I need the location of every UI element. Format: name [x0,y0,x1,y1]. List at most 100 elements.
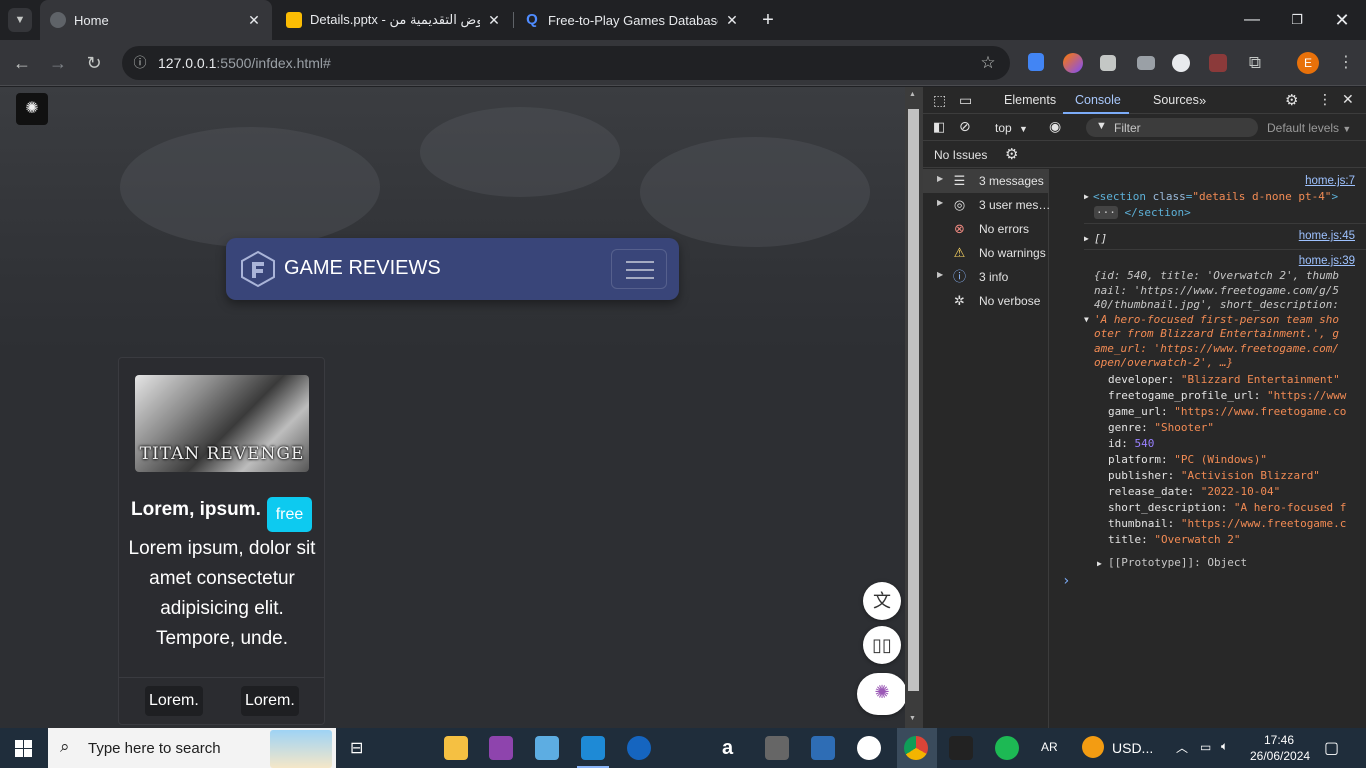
console-filter-input[interactable]: ▼ Filter [1086,118,1258,137]
bookmark-star-icon[interactable]: ☆ [976,51,1000,75]
extension-blue-icon[interactable] [1028,53,1044,71]
brain-extension-icon[interactable]: ✺ [16,93,48,125]
app-blue-icon[interactable] [627,736,651,760]
tab-search-icon[interactable]: ▼ [8,8,32,32]
camera-icon[interactable] [1137,56,1155,70]
extension-record-icon[interactable] [1209,54,1227,72]
r-studio-icon[interactable] [811,736,835,760]
extension-circle-icon[interactable] [1172,54,1190,72]
tab-sources[interactable]: Sources [1153,93,1199,107]
extension-t-icon[interactable] [1100,55,1116,71]
app-dark-icon[interactable] [949,736,973,760]
expand-arrow-icon[interactable]: ▶ [937,198,943,207]
default-levels-dropdown[interactable]: Default levels ▼ [1267,121,1351,135]
object-property-row[interactable]: publisher: "Activision Blizzard" [1108,469,1320,482]
expand-arrow-icon[interactable]: ▶ [1084,192,1089,201]
source-link[interactable]: home.js:7 [1305,175,1355,187]
object-property-row[interactable]: title: "Overwatch 2" [1108,533,1240,546]
object-property-row[interactable]: genre: "Shooter" [1108,421,1214,434]
tab-elements[interactable]: Elements [1004,93,1056,107]
language-indicator[interactable]: AR [1041,740,1058,754]
file-explorer-icon[interactable] [444,736,468,760]
sidebar-item-info[interactable]: ▶ ⓘ 3 info [923,265,1049,289]
window-close-icon[interactable]: ✕ [1330,8,1354,32]
address-bar[interactable]: ⓘ 127.0.0.1:5500/infdex.html# ☆ [122,46,1010,80]
vscode-icon[interactable] [581,736,605,760]
ai-brain-icon[interactable]: ✺ [857,673,905,715]
object-property-row[interactable]: game_url: "https://www.freetogame.co [1108,405,1346,418]
windows-start-icon[interactable] [15,740,32,757]
page-scrollbar[interactable]: ▲ ▼ [905,87,922,728]
object-property-row[interactable]: freetogame_profile_url: "https://www [1108,389,1346,402]
sidebar-item-warnings[interactable]: ⚠ No warnings [923,241,1049,265]
prototype-line[interactable]: [[Prototype]]: Object [1108,556,1247,569]
profile-avatar[interactable]: E [1297,52,1319,74]
close-icon[interactable]: ✕ [724,12,740,28]
expand-arrow-icon[interactable]: ▶ [937,270,943,279]
console-settings-gear-icon[interactable]: ⚙ [1005,145,1018,163]
tray-chevron-icon[interactable]: ︿ [1176,739,1188,756]
object-property-row[interactable]: developer: "Blizzard Entertainment" [1108,373,1340,386]
task-view-icon[interactable]: ⊟ [350,738,363,758]
tab-free-to-play[interactable]: Q Free-to-Play Games Database ✕ [514,0,750,40]
tab-console[interactable]: Console [1075,93,1121,107]
log-empty-array[interactable]: [] [1094,232,1107,245]
context-selector[interactable]: top ▼ [995,121,1028,135]
object-property-row[interactable]: short_description: "A hero-focused f [1108,501,1346,514]
log-section-element[interactable]: <section class="details d-none pt-4"> [1093,190,1338,203]
clock-date[interactable]: 26/06/2024 [1250,749,1310,763]
object-property-row[interactable]: platform: "PC (Windows)" [1108,453,1267,466]
source-link[interactable]: home.js:45 [1299,230,1355,242]
inspect-element-icon[interactable]: ⬚ [933,92,946,109]
object-property-row[interactable]: thumbnail: "https://www.freetogame.c [1108,517,1346,530]
device-toolbar-icon[interactable]: ▭ [959,92,972,109]
reload-icon[interactable]: ↻ [82,51,106,75]
github-icon[interactable] [857,736,881,760]
back-icon[interactable]: ← [10,51,34,75]
clock-time[interactable]: 17:46 [1264,733,1294,747]
chrome-icon[interactable] [904,736,928,760]
notifications-icon[interactable]: ▢ [1324,738,1339,758]
console-prompt[interactable]: › [1062,573,1070,589]
game-card[interactable]: TITAN REVENGE Lorem, ipsum. free Lorem i… [118,357,325,725]
sidebar-toggle-icon[interactable]: ◧ [933,119,945,135]
forward-icon[interactable]: → [46,51,70,75]
expand-arrow-icon[interactable]: ▶ [937,174,943,183]
clear-console-icon[interactable]: ⊘ [959,118,971,135]
sidebar-item-verbose[interactable]: ✲ No verbose [923,289,1049,313]
navbar-toggler-button[interactable] [611,249,667,289]
extension-color-picker-icon[interactable] [1063,53,1083,73]
new-tab-button[interactable]: + [756,8,780,32]
app-gray-a-icon[interactable] [765,736,789,760]
scroll-up-icon[interactable]: ▲ [909,91,916,98]
battery-icon[interactable]: ▭ [1200,740,1211,754]
restore-icon[interactable]: ❐ [1285,8,1309,32]
settings-gear-icon[interactable]: ⚙ [1285,91,1298,109]
weather-text[interactable]: USD... [1112,740,1153,756]
devtools-menu-icon[interactable]: ⋮ [1318,91,1332,108]
tab-home[interactable]: Home ✕ [40,0,272,40]
reader-book-icon[interactable]: ▯▯ [863,626,901,664]
volume-icon[interactable]: 🔈︎ [1221,739,1228,754]
minimize-icon[interactable]: — [1240,8,1264,32]
more-menu-icon[interactable]: ⋮ [1334,51,1358,75]
puzzle-extensions-icon[interactable]: ⧉ [1243,51,1267,75]
object-property-row[interactable]: id: 540 [1108,437,1154,450]
devtools-close-icon[interactable]: ✕ [1342,91,1354,108]
site-info-icon[interactable]: ⓘ [128,51,152,75]
tab-details-pptx[interactable]: Details.pptx - عروض التقديمية من ✕ [276,0,512,40]
more-tabs-icon[interactable]: » [1199,93,1206,108]
collapse-arrow-icon[interactable]: ▼ [1084,315,1089,324]
expand-arrow-icon[interactable]: ▶ [1097,559,1102,568]
scroll-down-icon[interactable]: ▼ [909,715,916,722]
app-a-icon[interactable]: a [722,737,733,760]
sidebar-item-user-messages[interactable]: ▶ ◎ 3 user mes… [923,193,1050,217]
app-purple-icon[interactable] [489,736,513,760]
close-icon[interactable]: ✕ [246,12,262,28]
app-box-icon[interactable] [535,736,559,760]
no-issues-label[interactable]: No Issues [934,148,987,162]
spotify-icon[interactable] [995,736,1019,760]
translate-icon[interactable]: 文 [863,582,901,620]
close-icon[interactable]: ✕ [486,12,502,28]
expand-arrow-icon[interactable]: ▶ [1084,234,1089,243]
